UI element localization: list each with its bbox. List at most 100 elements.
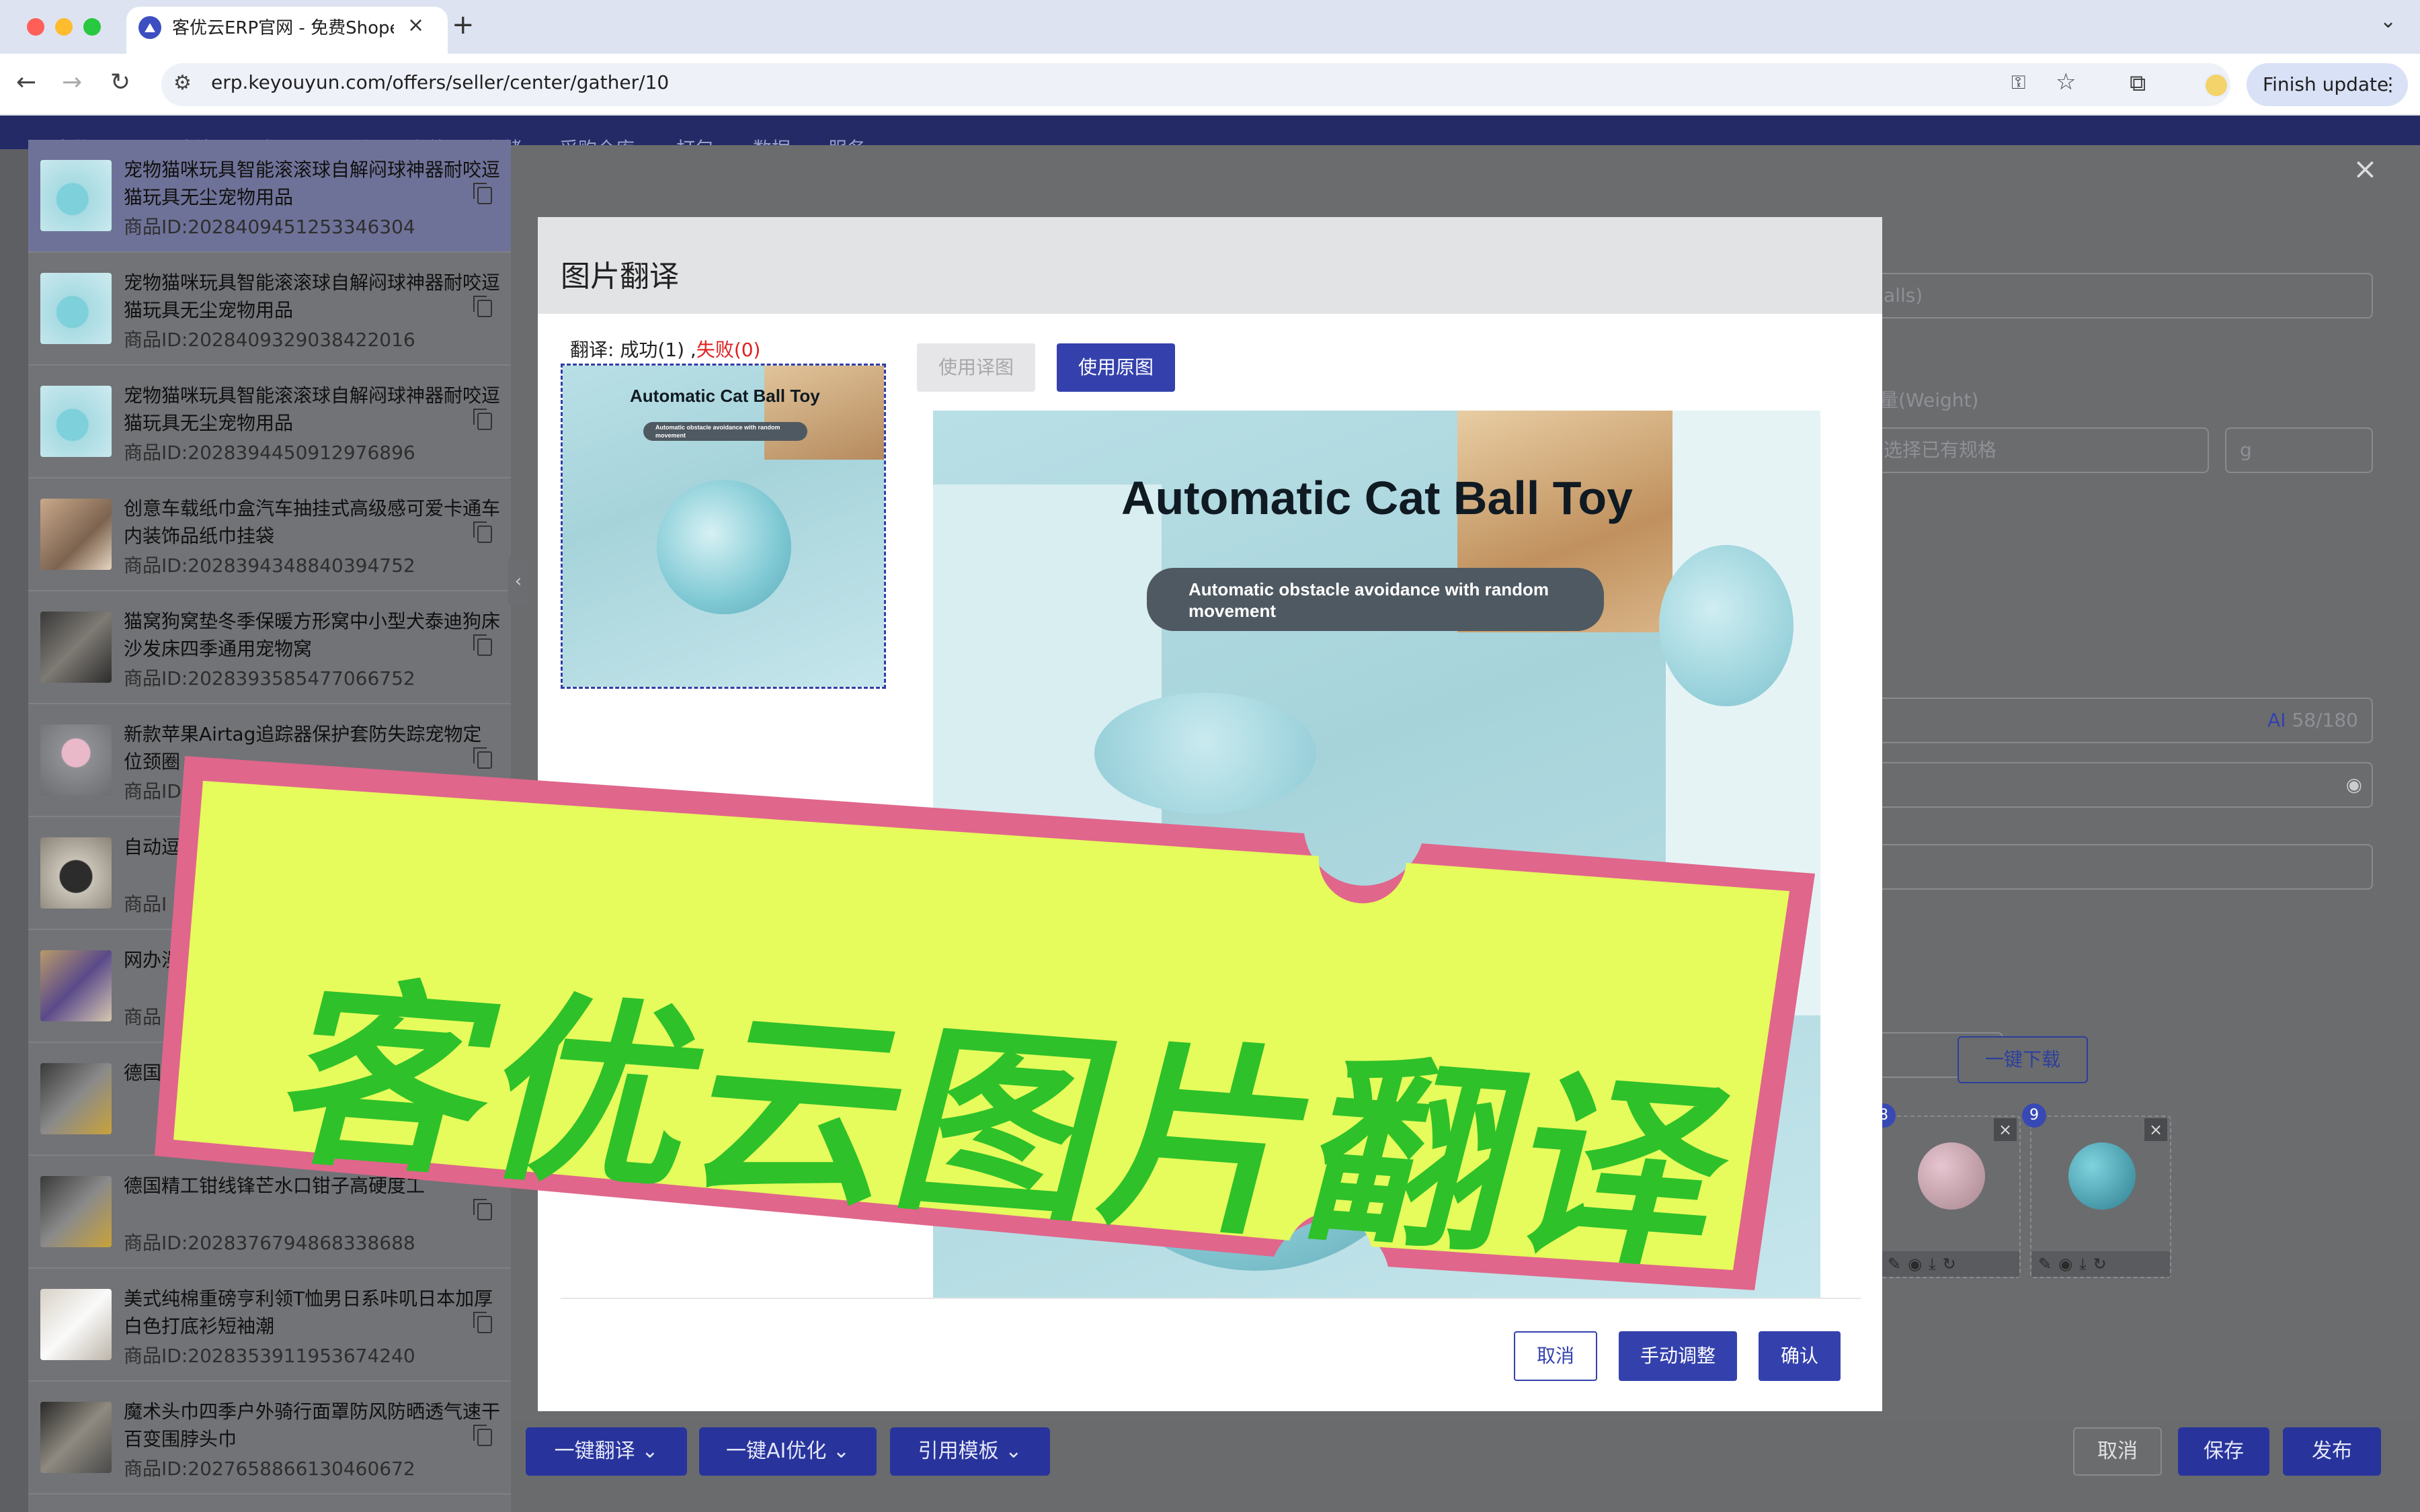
thumb-remove-icon[interactable]: × — [1994, 1118, 2017, 1141]
download-all-button[interactable]: 一键下载 — [1958, 1036, 2088, 1083]
template-label: 引用模板 — [918, 1439, 999, 1463]
bg-spec-select[interactable]: 选择已有规格 — [1869, 427, 2209, 473]
product-id: 商品ID — [124, 780, 182, 802]
minimize-window-button[interactable] — [55, 18, 73, 36]
copy-icon[interactable] — [473, 521, 492, 543]
reference-template-button[interactable]: 引用模板 ⌄ — [890, 1427, 1050, 1476]
thumb-remove-icon[interactable]: × — [2144, 1118, 2167, 1141]
product-name: 宠物猫咪玩具智能滚滚球自解闷球神器耐咬逗猫玩具无尘宠物用品 — [124, 271, 500, 321]
bookmark-star-icon[interactable]: ☆ — [2056, 69, 2076, 95]
blue-ball-image — [2068, 1142, 2136, 1210]
image-title: Automatic Cat Ball Toy — [1121, 472, 1634, 524]
product-id: 商品ID:2028409329038422016 — [124, 329, 415, 351]
copy-icon[interactable] — [473, 634, 492, 656]
product-id: 商品ID:2028394348840394752 — [124, 554, 415, 577]
drawer-close-icon[interactable]: × — [2353, 152, 2378, 186]
thumb-actions[interactable]: ✎◉⤓↻ — [2031, 1251, 2170, 1277]
bg-type-field[interactable]: alls) — [1869, 273, 2373, 319]
copy-icon[interactable] — [473, 183, 492, 204]
list-item[interactable]: 自动逗猫机懒人 商品I — [28, 817, 511, 930]
list-item[interactable]: 魔术头巾四季户外骑行面罩防风防晒透气速干百变围脖头巾 商品ID:20276588… — [28, 1382, 511, 1495]
password-key-icon[interactable]: ⚿ — [2011, 71, 2025, 94]
selected-image-thumbnail[interactable]: Automatic Cat Ball Toy Automatic obstacl… — [561, 364, 886, 689]
ai-label: 一键AI优化 — [725, 1439, 827, 1463]
product-thumbnail — [40, 724, 112, 796]
modal-cancel-button[interactable]: 取消 — [1514, 1331, 1597, 1381]
copy-icon[interactable] — [473, 747, 492, 769]
product-name: 宠物猫咪玩具智能滚滚球自解闷球神器耐咬逗猫玩具无尘宠物用品 — [124, 384, 500, 434]
copy-icon[interactable] — [473, 1312, 492, 1333]
image-thumb-9[interactable]: 9 × ✎◉⤓↻ — [2022, 1103, 2171, 1278]
manual-adjust-button[interactable]: 手动调整 — [1619, 1331, 1737, 1381]
list-item[interactable]: 猫窝狗窝垫冬季保暖方形窝中小型犬泰迪狗床沙发床四季通用宠物窝 商品ID:2028… — [28, 591, 511, 704]
maximize-window-button[interactable] — [83, 18, 101, 36]
reload-icon[interactable]: ↻ — [110, 69, 130, 96]
bg-field-3[interactable] — [1869, 844, 2373, 890]
product-thumbnail — [40, 386, 112, 457]
list-item[interactable]: 宠物猫咪玩具智能滚滚球自解闷球神器耐咬逗猫玩具无尘宠物用品 商品ID:20284… — [28, 253, 511, 366]
product-thumbnail — [40, 273, 112, 344]
list-item[interactable]: 宠物猫咪玩具智能滚滚球自解闷球神器耐咬逗猫玩具无尘宠物用品 商品ID:20283… — [28, 366, 511, 478]
profile-avatar[interactable] — [2204, 73, 2229, 98]
product-thumbnail — [40, 499, 112, 570]
use-original-button[interactable]: 使用原图 — [1057, 343, 1175, 392]
tab-search-icon[interactable]: ⌄ — [2380, 9, 2396, 33]
use-translated-button[interactable]: 使用译图 — [917, 343, 1035, 392]
cat-image — [764, 366, 884, 460]
new-tab-button[interactable]: + — [452, 9, 475, 40]
product-thumbnail — [40, 837, 112, 909]
list-item[interactable]: 宠物猫咪玩具智能滚滚球自解闷球神器耐咬逗猫玩具无尘宠物用品 商品ID:20284… — [28, 140, 511, 253]
copy-icon[interactable] — [473, 409, 492, 430]
eye-icon[interactable]: ◉ — [2346, 763, 2362, 806]
bg-title-field[interactable]: AI 58/180 — [1869, 698, 2373, 743]
back-icon[interactable]: ← — [16, 69, 36, 96]
product-thumbnail — [40, 612, 112, 683]
forward-icon[interactable]: → — [62, 69, 82, 96]
small-image-subtitle: Automatic obstacle avoidance with random… — [643, 422, 807, 441]
tab-title: 客优云ERP官网 - 免费Shopee... — [172, 18, 394, 38]
list-item[interactable]: 美式纯棉重磅亨利领T恤男日系咔叽日本加厚白色打底衫短袖潮 商品ID:202835… — [28, 1269, 511, 1382]
tab-close-icon[interactable]: × — [407, 13, 424, 37]
finish-update-label: Finish update — [2263, 73, 2389, 95]
product-id: 商品ID:2028353911953674240 — [124, 1345, 415, 1367]
one-click-ai-button[interactable]: 一键AI优化 ⌄ — [699, 1427, 877, 1476]
tab-strip: ⛰ 客优云ERP官网 - 免费Shopee... × + ⌄ — [0, 0, 2420, 54]
copy-icon[interactable] — [473, 296, 492, 317]
ai-icon[interactable]: AI — [2267, 709, 2286, 731]
finish-update-button[interactable]: Finish update ⋮ — [2247, 63, 2408, 106]
product-list: 宠物猫咪玩具智能滚滚球自解闷球神器耐咬逗猫玩具无尘宠物用品 商品ID:20284… — [28, 140, 511, 1512]
product-name: 新款苹果Airtag追踪器保护套防失踪宠物定位颈圈 — [124, 723, 482, 773]
site-info-icon[interactable]: ⚙ — [173, 71, 192, 95]
product-id: 商品I — [124, 893, 167, 915]
publish-button[interactable]: 发布 — [2283, 1427, 2381, 1476]
background-sidebar — [0, 149, 28, 1512]
product-name: 美式纯棉重磅亨利领T恤男日系咔叽日本加厚白色打底衫短袖潮 — [124, 1288, 493, 1337]
char-count: 58/180 — [2292, 709, 2358, 731]
bottom-cancel-button[interactable]: 取消 — [2073, 1427, 2162, 1476]
product-thumbnail — [40, 1402, 112, 1473]
product-name: 创意车载纸巾盒汽车抽挂式高级感可爱卡通车内装饰品纸巾挂袋 — [124, 497, 500, 547]
modal-confirm-button[interactable]: 确认 — [1759, 1331, 1841, 1381]
extensions-icon[interactable]: ⧉ — [2130, 70, 2146, 97]
bg-field-2[interactable]: ◉ — [1869, 762, 2373, 808]
browser-tab[interactable]: ⛰ 客优云ERP官网 - 免费Shopee... × — [126, 7, 448, 54]
save-button[interactable]: 保存 — [2178, 1427, 2269, 1476]
close-window-button[interactable] — [27, 18, 44, 36]
status-fail: 失败(0) — [696, 339, 761, 361]
list-item[interactable]: 创意车载纸巾盒汽车抽挂式高级感可爱卡通车内装饰品纸巾挂袋 商品ID:202839… — [28, 478, 511, 591]
address-bar[interactable]: ⚙ erp.keyouyun.com/offers/seller/center/… — [161, 63, 2230, 106]
collapse-list-icon[interactable]: ‹ — [508, 558, 528, 605]
bg-unit-select[interactable]: g — [2225, 427, 2373, 473]
product-name: 自动逗猫机懒人 — [124, 836, 256, 858]
image-subtitle: Automatic obstacle avoidance with random… — [1147, 568, 1604, 631]
translate-label: 一键翻译 — [554, 1439, 635, 1463]
product-thumbnail — [40, 950, 112, 1021]
list-item[interactable]: 新款苹果Airtag追踪器保护套防失踪宠物定位颈圈 商品ID — [28, 704, 511, 817]
product-thumbnail — [40, 1289, 112, 1360]
modal-divider — [561, 1298, 1861, 1299]
one-click-translate-button[interactable]: 一键翻译 ⌄ — [526, 1427, 687, 1476]
ball-image — [657, 480, 791, 614]
image-thumb-8[interactable]: 8 × ✎◉⤓↻ — [1871, 1103, 2021, 1278]
copy-icon[interactable] — [473, 1425, 492, 1446]
thumb-actions[interactable]: ✎◉⤓↻ — [1881, 1251, 2019, 1277]
